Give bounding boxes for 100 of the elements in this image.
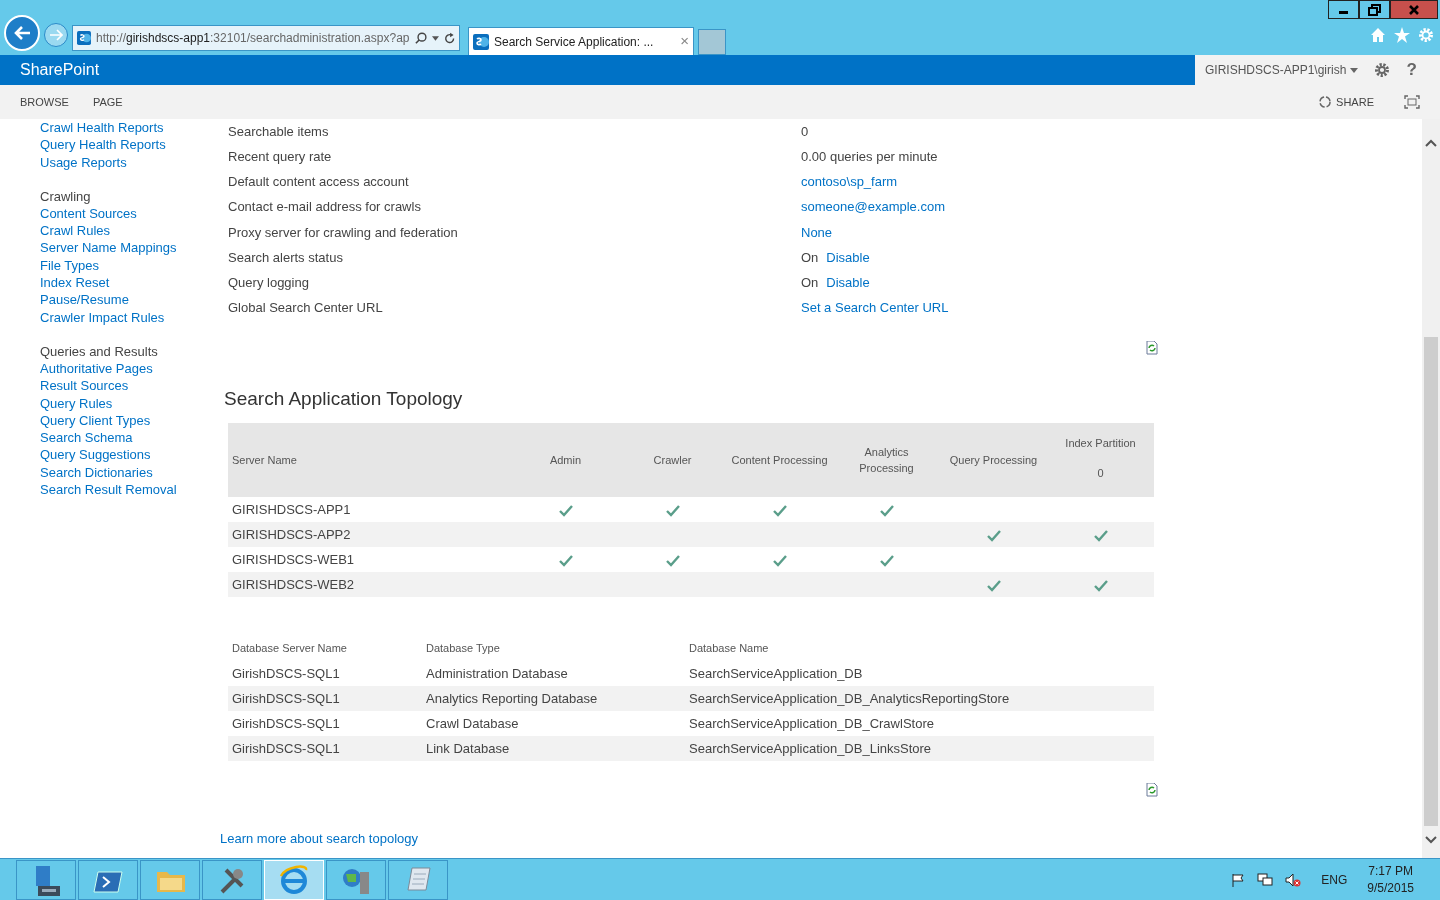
nav-link[interactable]: Query Suggestions: [40, 446, 228, 464]
browser-app-icon: [278, 863, 310, 896]
section-heading: Search Application Topology: [224, 386, 464, 411]
status-value: On: [801, 248, 819, 267]
flag-icon[interactable]: [1231, 872, 1246, 887]
nav-link[interactable]: Authoritative Pages: [40, 359, 228, 378]
status-label: Searchable items: [228, 122, 330, 141]
table-cell: Crawl Database: [426, 715, 519, 731]
table-cell: SearchServiceApplication_DB_CrawlStore: [689, 715, 934, 731]
restore-button[interactable]: [1359, 0, 1390, 19]
back-button[interactable]: [4, 15, 40, 51]
status-label: Proxy server for crawling and federation: [228, 223, 459, 242]
network-icon[interactable]: [1257, 872, 1274, 887]
status-label: Recent query rate: [228, 148, 333, 167]
star-icon[interactable]: [1394, 27, 1410, 43]
dropdown-caret-icon[interactable]: [431, 35, 439, 41]
search-icon[interactable]: [414, 31, 427, 45]
taskbar-button[interactable]: [326, 859, 386, 900]
nav-link[interactable]: Crawl Rules: [40, 222, 228, 240]
scroll-up-icon[interactable]: [1425, 139, 1437, 147]
nav-link[interactable]: Crawl Health Reports: [40, 119, 228, 137]
column-header: Database Server Name: [232, 641, 347, 654]
status-label: Search alerts status: [228, 248, 344, 267]
close-icon: [1406, 2, 1422, 17]
clock-date[interactable]: 9/5/2015: [1367, 879, 1414, 897]
column-header: Index Partition: [1064, 435, 1137, 451]
status-label: Query logging: [228, 273, 310, 292]
learn-more-link[interactable]: Learn more about search topology: [220, 829, 418, 849]
restore-icon: [1367, 2, 1382, 17]
table-cell: GirishDSCS-SQL1: [232, 715, 340, 731]
minimize-button[interactable]: [1328, 0, 1359, 19]
ribbon-tab[interactable]: BROWSE: [20, 93, 69, 111]
nav-link[interactable]: File Types: [40, 256, 228, 275]
focus-icon[interactable]: [1404, 95, 1420, 109]
forward-arrow-icon: [49, 29, 63, 41]
language-indicator[interactable]: ENG: [1321, 870, 1348, 889]
table-cell: Analytics Reporting Database: [426, 690, 598, 706]
minimize-icon: [1339, 11, 1348, 14]
user-menu[interactable]: GIRISHDSCS-APP1\girish: [1205, 61, 1359, 79]
table-cell: GirishDSCS-SQL1: [232, 690, 340, 706]
nav-link[interactable]: Search Schema: [40, 429, 228, 447]
nav-link[interactable]: Pause/Resume: [40, 291, 228, 309]
column-header: Database Name: [689, 641, 769, 654]
nav-link[interactable]: Index Reset: [40, 274, 228, 292]
caret-icon: [1350, 67, 1359, 73]
table-cell: SearchServiceApplication_DB_LinksStore: [689, 740, 932, 756]
nav-link[interactable]: Search Dictionaries: [40, 463, 228, 482]
status-value: 0: [801, 122, 809, 141]
nav-link[interactable]: Crawler Impact Rules: [40, 308, 228, 326]
nav-heading: Crawling: [40, 187, 92, 205]
refresh-icon[interactable]: [443, 31, 455, 45]
nav-link[interactable]: Server Name Mappings: [40, 239, 228, 257]
status-link[interactable]: someone@example.com: [801, 197, 945, 217]
status-link[interactable]: contoso\sp_farm: [801, 172, 898, 192]
nav-link[interactable]: Search Result Removal: [40, 481, 228, 499]
clock-time[interactable]: 7:17 PM: [1367, 862, 1414, 880]
status-label: Default content access account: [228, 173, 410, 192]
sharepoint-icon: [77, 30, 91, 46]
table-cell: Link Database: [426, 740, 510, 756]
column-header: 0: [1096, 466, 1105, 481]
scrollbar-thumb[interactable]: [1424, 337, 1438, 826]
browser-tab[interactable]: Search Service Application: ... ×: [468, 27, 694, 55]
forward-button[interactable]: [44, 23, 68, 47]
taskbar-button[interactable]: [388, 859, 448, 900]
table-cell: SearchServiceApplication_DB: [689, 665, 863, 681]
tab-close-button[interactable]: ×: [680, 30, 689, 53]
nav-link[interactable]: Query Client Types: [40, 411, 228, 430]
settings-icon[interactable]: [1374, 62, 1391, 78]
address-bar[interactable]: http://girishdscs-app1:32101/searchadministration.aspx?ap: [72, 25, 460, 51]
table-cell: GIRISHDSCS-WEB2: [232, 576, 355, 592]
column-header: Crawler: [652, 452, 693, 468]
tab-title: Search Service Application: ...: [494, 33, 654, 51]
taskbar-button[interactable]: [202, 859, 262, 900]
sharepoint-icon: [473, 33, 489, 50]
ribbon-tab[interactable]: PAGE: [92, 93, 123, 111]
status-value: 0.00 queries per minute: [801, 148, 938, 167]
status-link[interactable]: None: [801, 222, 833, 243]
table-cell: SearchServiceApplication_DB_AnalyticsReportingStore: [689, 690, 1010, 706]
close-button[interactable]: [1390, 0, 1438, 19]
table-cell: Administration Database: [426, 665, 568, 681]
brand-name[interactable]: SharePoint: [20, 58, 100, 82]
table-cell: GIRISHDSCS-APP2: [232, 526, 351, 542]
nav-link[interactable]: Query Health Reports: [40, 136, 228, 154]
status-link[interactable]: Disable: [826, 247, 870, 268]
nav-link[interactable]: Content Sources: [40, 204, 228, 223]
taskbar-button[interactable]: [16, 859, 76, 900]
refresh-icon[interactable]: [1146, 340, 1158, 355]
help-button[interactable]: ?: [1406, 57, 1417, 83]
share-button[interactable]: SHARE: [1318, 93, 1374, 111]
scroll-down-icon[interactable]: [1425, 836, 1437, 844]
taskbar-button[interactable]: [78, 859, 138, 900]
nav-link[interactable]: Usage Reports: [40, 153, 228, 171]
muted-speaker-icon[interactable]: [1285, 872, 1302, 887]
taskbar-button[interactable]: [140, 859, 200, 900]
status-link[interactable]: Disable: [826, 272, 870, 293]
refresh-icon[interactable]: [1146, 783, 1158, 797]
status-link[interactable]: Set a Search Center URL: [801, 298, 949, 318]
table-cell: GIRISHDSCS-WEB1: [232, 551, 355, 567]
status-label: Global Search Center URL: [228, 299, 384, 318]
table-cell: GirishDSCS-SQL1: [232, 665, 340, 681]
